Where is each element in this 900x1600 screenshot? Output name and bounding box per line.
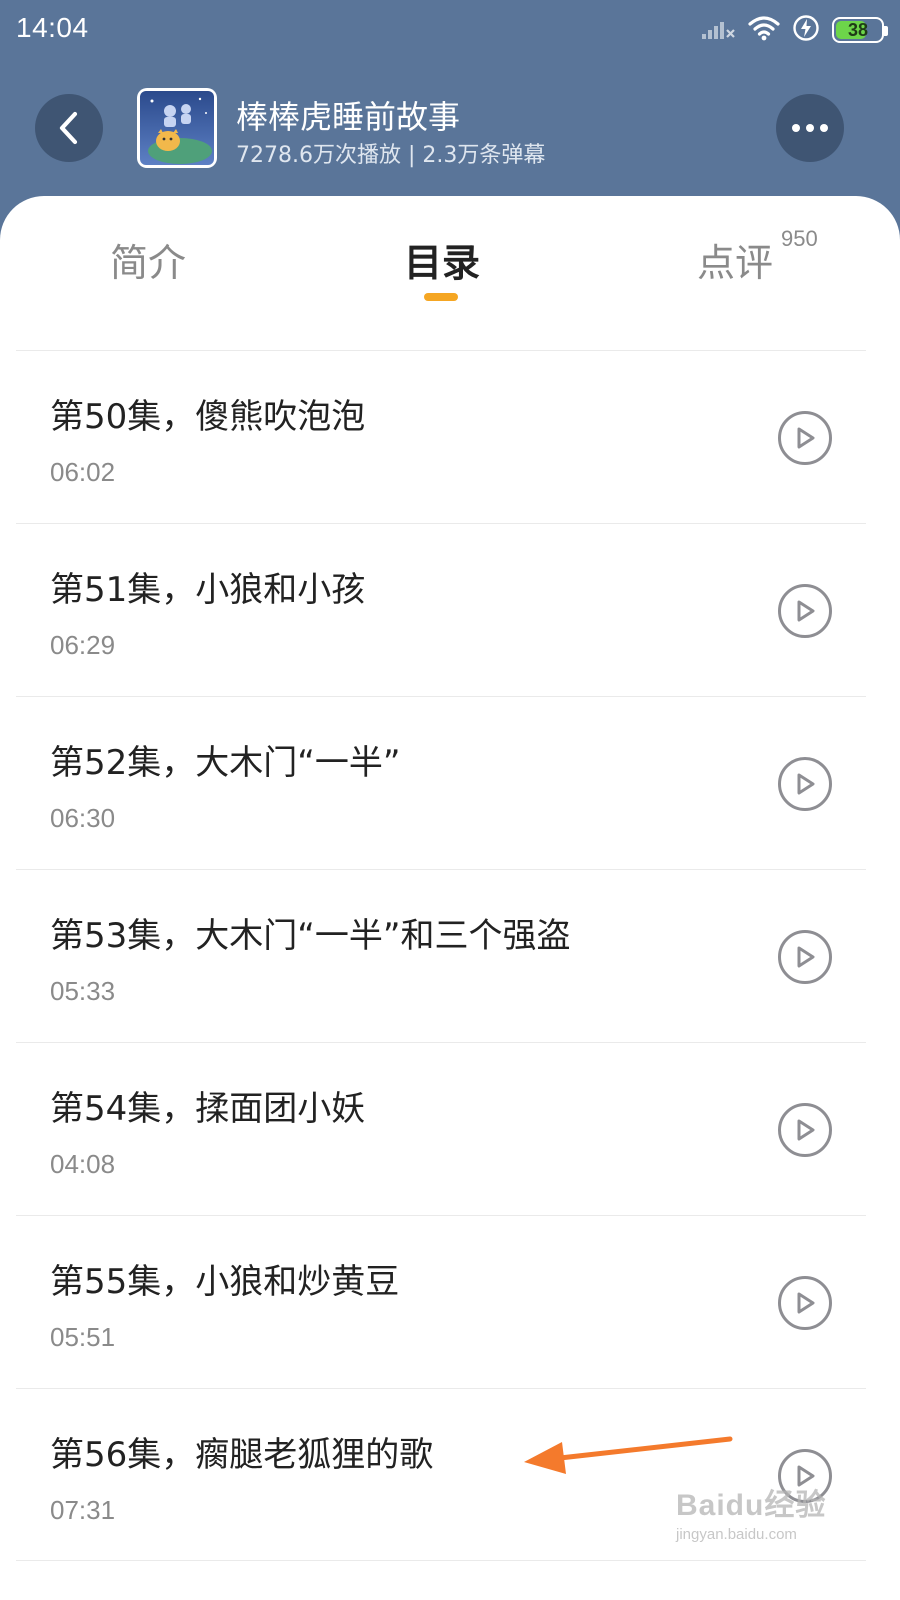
list-item[interactable]: 第55集，小狼和炒黄豆 05:51 — [16, 1215, 866, 1388]
list-item[interactable]: 第51集，小狼和小孩 06:29 — [16, 523, 866, 696]
watermark-url: jingyan.baidu.com — [676, 1526, 797, 1543]
episode-duration: 06:29 — [50, 630, 116, 660]
list-item[interactable]: 第52集，大木门“一半” 06:30 — [16, 696, 866, 869]
more-dots-icon — [792, 124, 828, 132]
back-button[interactable] — [35, 94, 103, 162]
play-icon — [797, 946, 815, 968]
play-button[interactable] — [778, 757, 832, 811]
episode-duration: 06:30 — [50, 803, 116, 833]
play-button[interactable] — [778, 1103, 832, 1157]
episode-list: 第50集，傻熊吹泡泡 06:02 第51集，小狼和小孩 06:29 第52集，大… — [16, 350, 866, 1561]
episode-title: 第53集，大木门“一半”和三个强盗 — [50, 916, 571, 956]
play-button[interactable] — [778, 411, 832, 465]
episode-title: 第52集，大木门“一半” — [50, 743, 401, 783]
more-button[interactable] — [776, 94, 844, 162]
play-icon — [797, 1292, 815, 1314]
list-item[interactable]: 第50集，傻熊吹泡泡 06:02 — [16, 350, 866, 523]
list-item[interactable]: 第54集，揉面团小妖 04:08 — [16, 1042, 866, 1215]
play-icon — [797, 1119, 815, 1141]
tab-catalog[interactable]: 目录 — [404, 232, 480, 287]
tab-review[interactable]: 点评 — [697, 232, 773, 287]
album-stats: 7278.6万次播放 | 2.3万条弹幕 — [236, 143, 546, 168]
watermark-logo: Baidu经验 — [676, 1489, 827, 1522]
play-button[interactable] — [778, 930, 832, 984]
episode-duration: 06:02 — [50, 457, 116, 487]
album-header: 棒棒虎睡前故事 7278.6万次播放 | 2.3万条弹幕 — [0, 60, 900, 200]
annotation-arrow-icon — [524, 1436, 733, 1474]
episode-duration: 05:33 — [50, 976, 116, 1006]
battery-level: 38 — [847, 19, 869, 40]
episode-duration: 07:31 — [50, 1495, 116, 1525]
status-bar: 14:04 38 — [0, 0, 900, 60]
charging-icon — [792, 14, 820, 46]
status-time: 14:04 — [16, 12, 89, 43]
episode-duration: 04:08 — [50, 1149, 116, 1179]
episode-title: 第54集，揉面团小妖 — [50, 1089, 366, 1129]
episode-title: 第55集，小狼和炒黄豆 — [50, 1262, 400, 1302]
play-icon — [797, 427, 815, 449]
content-sheet: 简介 目录 点评 950 第50集，傻熊吹泡泡 06:02 第51集，小狼和小孩… — [0, 196, 900, 1600]
play-icon — [797, 773, 815, 795]
wifi-icon — [748, 15, 780, 45]
signal-icon — [702, 16, 736, 44]
status-icons: 38 — [702, 14, 888, 46]
back-arrow-icon — [59, 111, 78, 145]
episode-title: 第50集，傻熊吹泡泡 — [50, 397, 366, 437]
tab-intro[interactable]: 简介 — [110, 232, 186, 287]
review-count-badge: 950 — [781, 226, 818, 251]
tab-bar: 简介 目录 点评 950 — [0, 196, 900, 346]
battery-icon: 38 — [832, 17, 888, 43]
watermark: Baidu经验 jingyan.baidu.com — [676, 1480, 846, 1550]
list-item[interactable]: 第53集，大木门“一半”和三个强盗 05:33 — [16, 869, 866, 1042]
play-button[interactable] — [778, 1276, 832, 1330]
episode-duration: 05:51 — [50, 1322, 116, 1352]
play-button[interactable] — [778, 584, 832, 638]
active-tab-indicator — [424, 293, 458, 301]
episode-title: 第51集，小狼和小孩 — [50, 570, 366, 610]
episode-title: 第56集，瘸腿老狐狸的歌 — [50, 1435, 434, 1475]
album-title: 棒棒虎睡前故事 — [236, 98, 461, 136]
album-cover-image[interactable] — [137, 88, 217, 168]
play-icon — [797, 600, 815, 622]
